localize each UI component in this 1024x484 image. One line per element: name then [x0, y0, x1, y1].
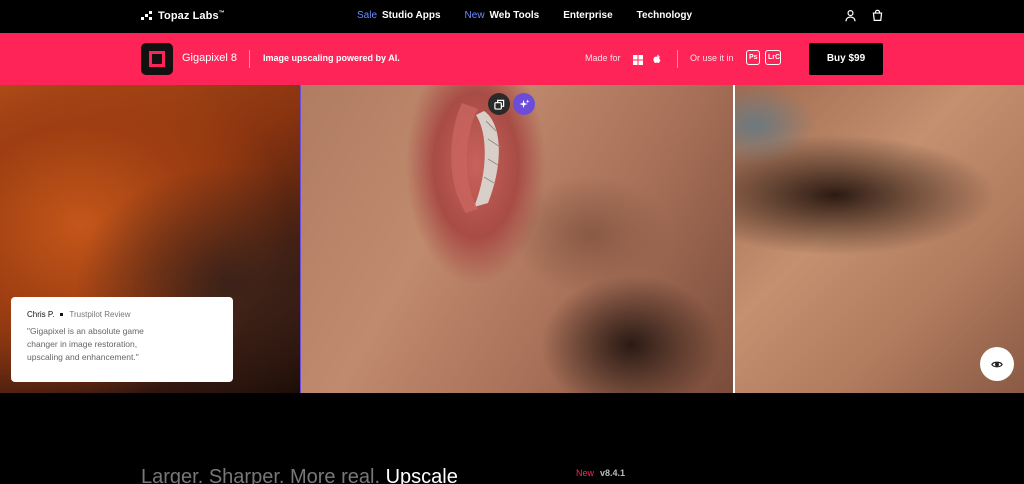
made-for-label: Made for — [585, 53, 621, 63]
review-author: Chris P. — [27, 310, 55, 319]
headline-dim: Larger. Sharper. More real. — [141, 466, 381, 484]
nav-links: Sale Studio Apps New Web Tools Enterprise … — [357, 10, 692, 21]
product-tagline: Image upscaling powered by AI. — [263, 53, 400, 63]
divider — [677, 50, 678, 68]
nav-link-enterprise[interactable]: Enterprise — [563, 10, 612, 21]
logo-mark-icon — [141, 11, 153, 21]
nav-link-label: Technology — [636, 10, 693, 21]
review-quote: "Gigapixel is an absolute game changer i… — [27, 326, 144, 362]
brand-name: Topaz Labs — [158, 10, 219, 22]
bag-icon[interactable] — [871, 9, 884, 22]
duplicate-icon[interactable] — [488, 93, 510, 115]
nav-link-web-tools[interactable]: New Web Tools — [465, 10, 540, 21]
buy-button[interactable]: Buy $99 — [809, 43, 883, 75]
gigapixel-app-icon — [141, 43, 173, 75]
nav-link-label: Web Tools — [489, 10, 540, 21]
nav-icons — [844, 9, 884, 22]
eye-icon[interactable] — [980, 347, 1014, 381]
sale-tag: Sale — [357, 10, 378, 21]
apple-icon — [652, 52, 662, 63]
or-use-label: Or use it in — [690, 53, 734, 63]
review-card: Chris P. Trustpilot Review "Gigapixel is… — [11, 297, 233, 382]
hero-image-middle — [301, 85, 734, 393]
version-label: New v8.4.1 — [576, 468, 625, 478]
separator-dot — [60, 313, 64, 316]
new-tag: New — [464, 10, 485, 21]
comparison-slider[interactable] — [733, 85, 735, 393]
brand-trademark: ™ — [218, 10, 225, 17]
photoshop-plugin-badge[interactable]: Ps — [746, 50, 760, 65]
review-header: Chris P. Trustpilot Review — [27, 310, 217, 319]
version-number: v8.4.1 — [600, 468, 626, 478]
topaz-logo[interactable]: Topaz Labs™ — [141, 10, 225, 22]
windows-icon — [633, 52, 643, 65]
review-source[interactable]: Trustpilot Review — [69, 310, 130, 319]
new-badge: New — [576, 468, 595, 478]
section-headline: Larger. Sharper. More real. Upscale — [141, 466, 458, 484]
divider — [249, 50, 250, 68]
crop-guide-line — [300, 85, 301, 393]
hero-comparison: Chris P. Trustpilot Review "Gigapixel is… — [0, 85, 1024, 393]
product-name[interactable]: Gigapixel 8 — [182, 52, 237, 64]
hero-image-right — [735, 85, 1024, 393]
user-icon[interactable] — [844, 9, 857, 22]
nav-link-technology[interactable]: Technology — [637, 10, 692, 21]
nav-link-studio-apps[interactable]: Sale Studio Apps — [357, 10, 441, 21]
lightroom-plugin-badge[interactable]: LrC — [765, 50, 781, 65]
nav-link-label: Studio Apps — [382, 10, 441, 21]
headline-bright: Upscale — [385, 466, 458, 484]
product-bar: Gigapixel 8 Image upscaling powered by A… — [0, 33, 1024, 85]
teeth-detail — [451, 103, 501, 213]
sparkle-icon[interactable] — [513, 93, 535, 115]
top-nav: Topaz Labs™ Sale Studio Apps New Web Tools… — [0, 0, 1024, 33]
nav-link-label: Enterprise — [563, 10, 613, 21]
